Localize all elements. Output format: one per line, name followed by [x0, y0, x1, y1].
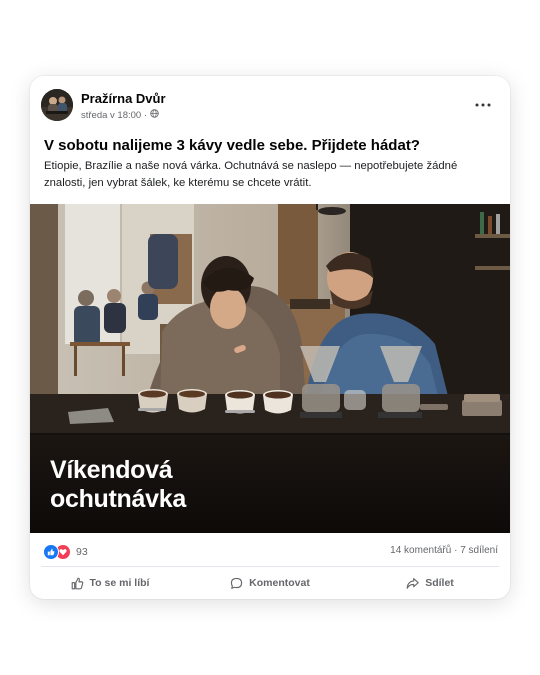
post-card: Pražírna Dvůr středa v 18:00 · V sobotu … — [30, 76, 510, 599]
share-button-label: Sdílet — [425, 577, 454, 589]
post-stats: 93 14 komentářů · 7 sdílení — [30, 533, 510, 565]
comment-icon — [230, 577, 243, 590]
image-overlay-line-1: Víkendová — [50, 456, 173, 484]
like-icon — [43, 544, 59, 560]
post-actions: To se mi líbí Komentovat Sdílet — [30, 568, 510, 598]
like-button-label: To se mi líbí — [89, 577, 150, 589]
comments-shares-count[interactable]: 14 komentářů · 7 sdílení — [390, 545, 498, 556]
comment-button[interactable]: Komentovat — [190, 568, 350, 598]
thumbs-up-icon — [71, 577, 84, 590]
reactions-summary[interactable]: 93 — [43, 544, 88, 560]
post-header: Pražírna Dvůr středa v 18:00 · — [30, 76, 510, 136]
page-name[interactable]: Pražírna Dvůr — [81, 91, 166, 106]
share-button[interactable]: Sdílet — [350, 568, 510, 598]
post-body: Etiopie, Brazílie a naše nová várka. Och… — [44, 160, 458, 189]
comment-button-label: Komentovat — [249, 577, 310, 589]
share-icon — [406, 577, 419, 590]
globe-icon — [150, 109, 159, 121]
more-options-icon[interactable] — [472, 94, 494, 116]
post-meta: středa v 18:00 · — [81, 109, 159, 121]
post-image[interactable]: Víkendová ochutnávka — [30, 204, 510, 533]
reaction-count: 93 — [76, 546, 88, 558]
post-title: V sobotu nalijeme 3 kávy vedle sebe. Při… — [44, 137, 420, 154]
image-overlay-title: Víkendová ochutnávka — [50, 456, 186, 514]
page-avatar[interactable] — [41, 89, 73, 121]
like-button[interactable]: To se mi líbí — [30, 568, 190, 598]
actions-divider — [41, 566, 499, 567]
post-timestamp[interactable]: středa v 18:00 · — [81, 110, 147, 121]
image-overlay-line-2: ochutnávka — [50, 485, 186, 513]
